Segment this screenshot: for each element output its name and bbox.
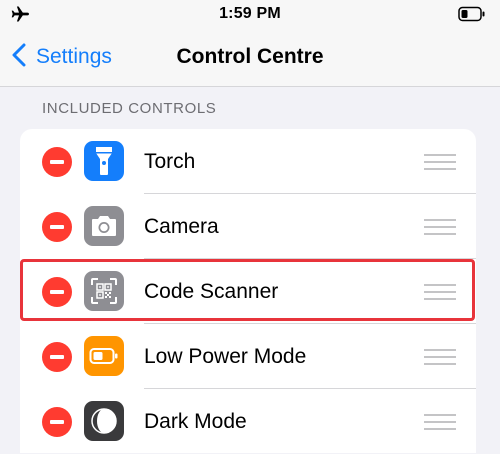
control-label: Camera (144, 215, 219, 238)
remove-button[interactable] (42, 407, 72, 437)
included-controls-list: Torch Camera Code Scanner Low Power Mode… (20, 129, 476, 453)
reorder-handle[interactable] (424, 284, 456, 300)
control-row-code-scanner: Code Scanner (20, 259, 476, 324)
control-row-torch: Torch (20, 129, 476, 194)
remove-button[interactable] (42, 342, 72, 372)
control-row-dark-mode: Dark Mode (20, 389, 476, 454)
section-header: INCLUDED CONTROLS (42, 100, 217, 117)
control-label: Low Power Mode (144, 345, 307, 368)
camera-icon (84, 206, 124, 246)
page-title: Control Centre (176, 45, 324, 68)
control-label: Code Scanner (144, 280, 279, 303)
dark-mode-icon (84, 401, 124, 441)
reorder-handle[interactable] (424, 219, 456, 235)
control-row-camera: Camera (20, 194, 476, 259)
status-bar: 1:59 PM (0, 0, 500, 30)
remove-button[interactable] (42, 212, 72, 242)
remove-button[interactable] (42, 147, 72, 177)
status-time: 1:59 PM (219, 5, 281, 22)
remove-button[interactable] (42, 277, 72, 307)
reorder-handle[interactable] (424, 414, 456, 430)
control-label: Dark Mode (144, 410, 247, 433)
battery-status-icon (458, 6, 486, 27)
qr-code-icon (84, 271, 124, 311)
control-row-low-power-mode: Low Power Mode (20, 324, 476, 389)
reorder-handle[interactable] (424, 154, 456, 170)
torch-icon (84, 141, 124, 181)
nav-bar: Settings Control Centre (0, 30, 500, 87)
battery-icon (84, 336, 124, 376)
reorder-handle[interactable] (424, 349, 456, 365)
control-label: Torch (144, 150, 196, 173)
